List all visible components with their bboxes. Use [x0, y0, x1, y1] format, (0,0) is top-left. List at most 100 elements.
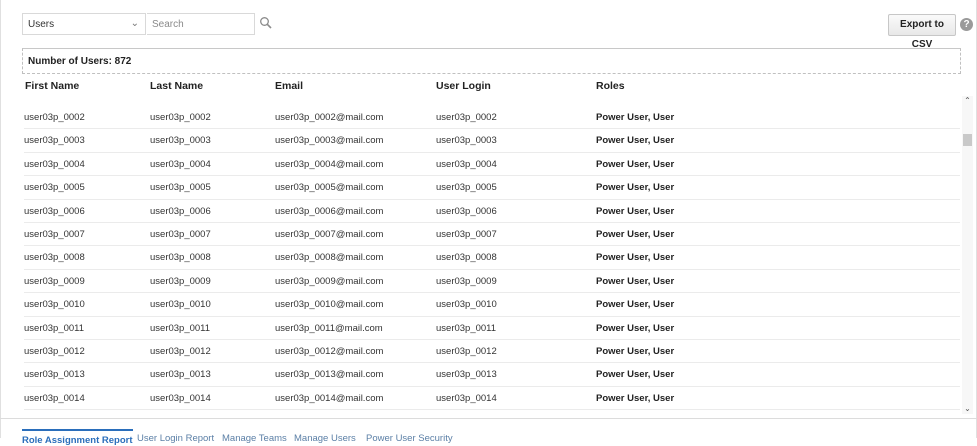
cell-first-name: user03p_0012: [24, 345, 85, 357]
export-csv-button[interactable]: Export to CSV: [888, 14, 956, 50]
column-header-last-name[interactable]: Last Name: [150, 80, 203, 92]
cell-user-login: user03p_0004: [436, 158, 497, 170]
table-row[interactable]: user03p_0012 user03p_0012 user03p_0012@mai…: [24, 340, 960, 364]
table-row[interactable]: user03p_0014 user03p_0014 user03p_0014@mai…: [24, 387, 960, 411]
cell-first-name: user03p_0007: [24, 228, 85, 240]
search-input[interactable]: [152, 15, 252, 33]
cell-first-name: user03p_0006: [24, 205, 85, 217]
tab-power-user-security[interactable]: Power User Security: [366, 433, 453, 444]
table-row[interactable]: user03p_0007 user03p_0007 user03p_0007@mai…: [24, 223, 960, 247]
cell-first-name: user03p_0010: [24, 299, 85, 311]
table-row[interactable]: user03p_0003 user03p_0003 user03p_0003@mai…: [24, 129, 960, 153]
cell-last-name: user03p_0005: [150, 182, 211, 194]
table-header: First Name Last Name Email User Login Ro…: [0, 76, 960, 96]
cell-email: user03p_0012@mail.com: [275, 345, 384, 357]
cell-email: user03p_0007@mail.com: [275, 228, 384, 240]
cell-user-login: user03p_0002: [436, 112, 497, 123]
table-row[interactable]: user03p_0004 user03p_0004 user03p_0004@mai…: [24, 153, 960, 177]
cell-email: user03p_0005@mail.com: [275, 182, 384, 194]
cell-email: user03p_0008@mail.com: [275, 252, 384, 264]
search-box: [147, 13, 255, 35]
summary-panel: Number of Users: 872: [22, 48, 961, 74]
cell-email: user03p_0010@mail.com: [275, 299, 384, 311]
chevron-up-icon[interactable]: ⌃: [962, 96, 973, 106]
table-row[interactable]: user03p_0008 user03p_0008 user03p_0008@mai…: [24, 246, 960, 270]
cell-first-name: user03p_0003: [24, 135, 85, 147]
cell-last-name: user03p_0014: [150, 392, 211, 404]
scrollbar-thumb[interactable]: [963, 134, 972, 146]
cell-first-name: user03p_0008: [24, 252, 85, 264]
cell-roles: Power User, User: [596, 205, 675, 217]
cell-roles: Power User, User: [596, 182, 675, 194]
column-header-first-name[interactable]: First Name: [25, 80, 79, 92]
table-row[interactable]: user03p_0005 user03p_0005 user03p_0005@mai…: [24, 176, 960, 200]
user-count-label: Number of Users: 872: [28, 56, 132, 67]
cell-user-login: user03p_0013: [436, 369, 497, 381]
cell-user-login: user03p_0014: [436, 392, 497, 404]
cell-email: user03p_0014@mail.com: [275, 392, 384, 404]
cell-last-name: user03p_0009: [150, 275, 211, 287]
table-row[interactable]: user03p_0013 user03p_0013 user03p_0013@mai…: [24, 363, 960, 387]
table-body: user03p_0002 user03p_0002 user03p_0002@mai…: [24, 106, 960, 411]
table-scrollbar[interactable]: ⌃ ⌄: [962, 96, 973, 414]
cell-user-login: user03p_0006: [436, 205, 497, 217]
help-icon[interactable]: ?: [960, 18, 973, 31]
report-tabs: Role Assignment Report User Login Report M…: [0, 418, 977, 446]
cell-first-name: user03p_0005: [24, 182, 85, 194]
cell-user-login: user03p_0011: [436, 322, 497, 334]
table-row[interactable]: user03p_0006 user03p_0006 user03p_0006@mai…: [24, 200, 960, 223]
column-header-email[interactable]: Email: [275, 80, 303, 92]
toolbar: Users ⌄ Export to CSV ?: [0, 0, 977, 50]
cell-email: user03p_0009@mail.com: [275, 275, 384, 287]
cell-user-login: user03p_0007: [436, 228, 497, 240]
cell-last-name: user03p_0004: [150, 158, 211, 170]
tab-manage-users[interactable]: Manage Users: [294, 433, 356, 444]
cell-last-name: user03p_0002: [150, 112, 211, 123]
cell-user-login: user03p_0012: [436, 345, 497, 357]
cell-roles: Power User, User: [596, 345, 675, 357]
cell-last-name: user03p_0011: [150, 322, 211, 334]
cell-last-name: user03p_0003: [150, 135, 211, 147]
view-select[interactable]: Users ⌄: [22, 13, 146, 35]
cell-last-name: user03p_0006: [150, 205, 211, 217]
cell-roles: Power User, User: [596, 392, 675, 404]
chevron-down-icon: ⌄: [130, 18, 139, 29]
cell-last-name: user03p_0010: [150, 299, 211, 311]
cell-last-name: user03p_0007: [150, 228, 211, 240]
cell-first-name: user03p_0014: [24, 392, 85, 404]
cell-last-name: user03p_0013: [150, 369, 211, 381]
table-row[interactable]: user03p_0009 user03p_0009 user03p_0009@mai…: [24, 270, 960, 294]
cell-email: user03p_0011@mail.com: [275, 322, 383, 334]
cell-roles: Power User, User: [596, 112, 675, 123]
search-icon[interactable]: [259, 16, 273, 30]
cell-roles: Power User, User: [596, 158, 675, 170]
tab-manage-teams[interactable]: Manage Teams: [222, 433, 287, 444]
tab-user-login-report[interactable]: User Login Report: [137, 433, 214, 444]
cell-user-login: user03p_0003: [436, 135, 497, 147]
cell-user-login: user03p_0008: [436, 252, 497, 264]
cell-first-name: user03p_0004: [24, 158, 85, 170]
cell-roles: Power User, User: [596, 252, 675, 264]
column-header-user-login[interactable]: User Login: [436, 80, 491, 92]
table-row[interactable]: user03p_0002 user03p_0002 user03p_0002@mai…: [24, 106, 960, 130]
cell-email: user03p_0003@mail.com: [275, 135, 384, 147]
cell-last-name: user03p_0012: [150, 345, 211, 357]
cell-first-name: user03p_0011: [24, 322, 85, 334]
cell-user-login: user03p_0009: [436, 275, 497, 287]
cell-user-login: user03p_0005: [436, 182, 497, 194]
cell-first-name: user03p_0009: [24, 275, 85, 287]
view-select-value: Users: [28, 19, 55, 30]
cell-roles: Power User, User: [596, 322, 675, 334]
cell-first-name: user03p_0002: [24, 112, 85, 123]
cell-roles: Power User, User: [596, 299, 675, 311]
table-row[interactable]: user03p_0010 user03p_0010 user03p_0010@mai…: [24, 293, 960, 317]
cell-last-name: user03p_0008: [150, 252, 211, 264]
table-row[interactable]: user03p_0011 user03p_0011 user03p_0011@mai…: [24, 317, 960, 340]
cell-email: user03p_0006@mail.com: [275, 205, 384, 217]
cell-email: user03p_0004@mail.com: [275, 158, 384, 170]
column-header-roles[interactable]: Roles: [596, 80, 625, 92]
cell-roles: Power User, User: [596, 275, 675, 287]
cell-email: user03p_0002@mail.com: [275, 112, 384, 123]
cell-roles: Power User, User: [596, 135, 675, 147]
chevron-down-icon[interactable]: ⌄: [962, 404, 973, 414]
